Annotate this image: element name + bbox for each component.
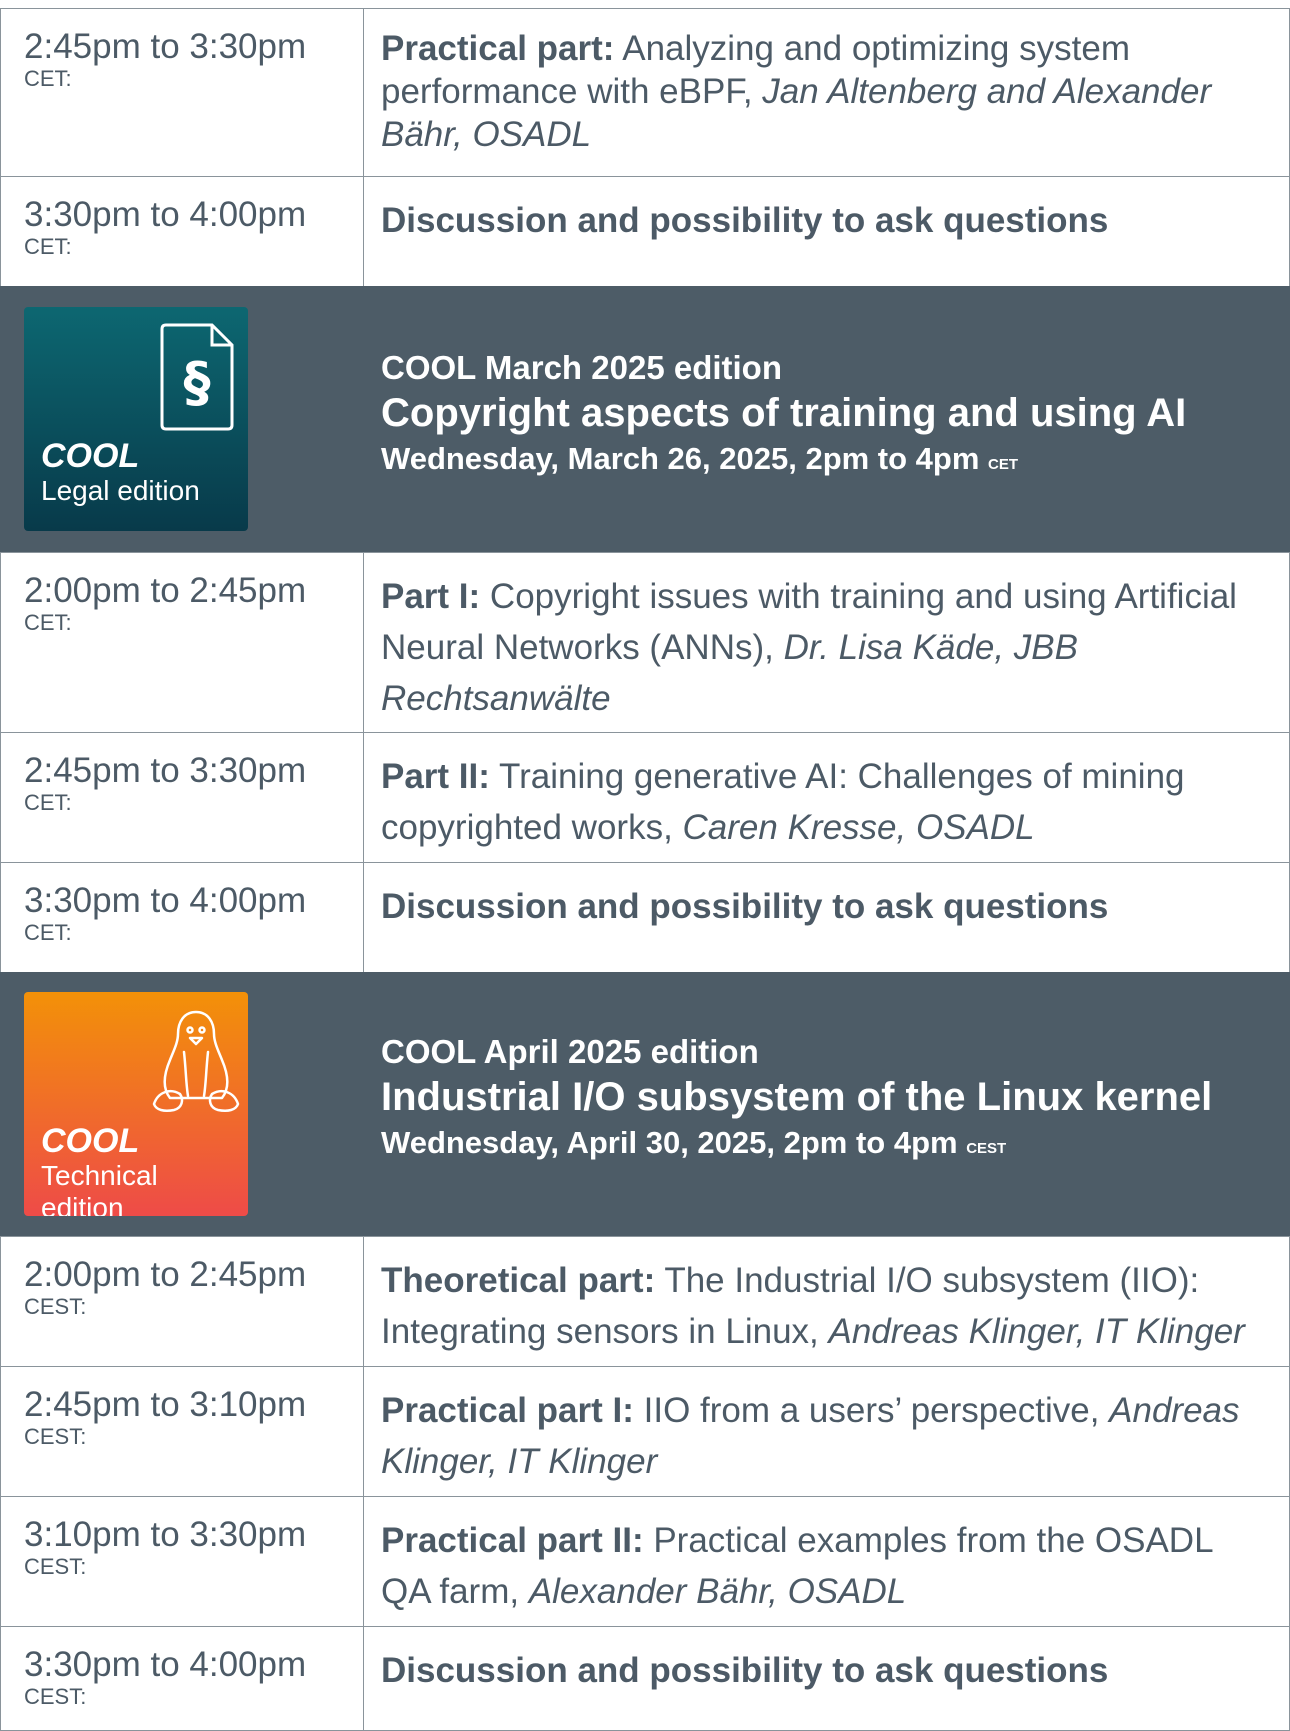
edition-name: COOL March 2025 edition bbox=[381, 349, 782, 386]
edition-header: COOL Technical edition COOL April 2025 e… bbox=[0, 972, 1290, 1236]
session-row: 2:00pm to 2:45pm CET: Part I: Copyright … bbox=[0, 552, 1290, 732]
session-timezone: CET: bbox=[24, 920, 72, 945]
badge-title: COOL bbox=[41, 437, 140, 475]
session-time: 3:10pm to 3:30pm bbox=[24, 1515, 307, 1554]
badge-title: COOL bbox=[41, 1122, 140, 1160]
session-label: Practical part: bbox=[381, 29, 615, 68]
session-row: 2:45pm to 3:10pm CEST: Practical part I:… bbox=[0, 1366, 1290, 1496]
svg-text:§: § bbox=[184, 351, 211, 414]
session-text: IIO from a users’ perspective, bbox=[633, 1391, 1110, 1430]
session-description: Discussion and possibility to ask questi… bbox=[381, 195, 1266, 246]
edition-timezone: CET bbox=[988, 456, 1019, 473]
session-row: 2:00pm to 2:45pm CEST: Theoretical part:… bbox=[0, 1236, 1290, 1366]
badge-subtitle: Technical edition bbox=[41, 1160, 158, 1216]
session-time: 2:45pm to 3:30pm bbox=[24, 27, 307, 66]
session-label: Practical part I: bbox=[381, 1391, 634, 1430]
edition-timezone: CEST bbox=[966, 1140, 1007, 1157]
session-speaker: Caren Kresse, OSADL bbox=[682, 808, 1035, 847]
session-timezone: CET: bbox=[24, 66, 72, 91]
session-timezone: CET: bbox=[24, 234, 72, 259]
session-label: Practical part II: bbox=[381, 1521, 644, 1560]
legal-edition-badge: § COOL Legal edition bbox=[24, 307, 248, 531]
session-time: 2:00pm to 2:45pm bbox=[24, 1255, 307, 1294]
edition-date: Wednesday, March 26, 2025, 2pm to 4pm CE… bbox=[381, 440, 1018, 484]
session-timezone: CET: bbox=[24, 610, 72, 635]
session-description: Theoretical part: The Industrial I/O sub… bbox=[381, 1255, 1266, 1357]
session-label: Discussion and possibility to ask questi… bbox=[381, 1651, 1109, 1690]
session-timezone: CEST: bbox=[24, 1424, 87, 1449]
session-description: Discussion and possibility to ask questi… bbox=[381, 881, 1266, 932]
session-time: 3:30pm to 4:00pm bbox=[24, 881, 307, 920]
session-time: 2:45pm to 3:30pm bbox=[24, 751, 307, 790]
session-description: Practical part I: IIO from a users’ pers… bbox=[381, 1385, 1266, 1487]
edition-title: Copyright aspects of training and using … bbox=[381, 391, 1187, 435]
session-row: 2:45pm to 3:30pm CET: Practical part: An… bbox=[0, 8, 1290, 176]
session-description: Practical part II: Practical examples fr… bbox=[381, 1515, 1266, 1617]
session-row: 3:10pm to 3:30pm CEST: Practical part II… bbox=[0, 1496, 1290, 1626]
session-row: 3:30pm to 4:00pm CEST: Discussion and po… bbox=[0, 1626, 1290, 1731]
edition-date-text: Wednesday, March 26, 2025, 2pm to 4pm bbox=[381, 441, 980, 476]
session-time: 2:45pm to 3:10pm bbox=[24, 1385, 307, 1424]
session-speaker: Andreas Klinger, IT Klinger bbox=[828, 1312, 1245, 1351]
edition-header: § COOL Legal edition COOL March 2025 edi… bbox=[0, 286, 1290, 552]
penguin-icon bbox=[152, 1010, 240, 1112]
session-speaker: Alexander Bähr, OSADL bbox=[528, 1572, 907, 1611]
session-label: Discussion and possibility to ask questi… bbox=[381, 201, 1109, 240]
session-timezone: CEST: bbox=[24, 1684, 87, 1709]
session-row: 3:30pm to 4:00pm CET: Discussion and pos… bbox=[0, 862, 1290, 972]
session-timezone: CET: bbox=[24, 790, 72, 815]
session-label: Discussion and possibility to ask questi… bbox=[381, 887, 1109, 926]
session-time: 3:30pm to 4:00pm bbox=[24, 195, 307, 234]
schedule-table: 2:45pm to 3:30pm CET: Practical part: An… bbox=[0, 0, 1290, 1731]
session-timezone: CEST: bbox=[24, 1294, 87, 1319]
edition-title: Industrial I/O subsystem of the Linux ke… bbox=[381, 1075, 1213, 1119]
session-time: 3:30pm to 4:00pm bbox=[24, 1645, 307, 1684]
session-label: Part I: bbox=[381, 577, 481, 616]
edition-date: Wednesday, April 30, 2025, 2pm to 4pm CE… bbox=[381, 1124, 1006, 1168]
badge-subtitle: Legal edition bbox=[41, 475, 200, 506]
session-description: Part I: Copyright issues with training a… bbox=[381, 571, 1266, 724]
session-label: Theoretical part: bbox=[381, 1261, 656, 1300]
session-row: 2:45pm to 3:30pm CET: Part II: Training … bbox=[0, 732, 1290, 862]
session-description: Part II: Training generative AI: Challen… bbox=[381, 751, 1266, 853]
session-description: Discussion and possibility to ask questi… bbox=[381, 1645, 1266, 1696]
edition-date-text: Wednesday, April 30, 2025, 2pm to 4pm bbox=[381, 1125, 958, 1160]
technical-edition-badge: COOL Technical edition bbox=[24, 992, 248, 1216]
session-description: Practical part: Analyzing and optimizing… bbox=[381, 27, 1266, 156]
session-timezone: CEST: bbox=[24, 1554, 87, 1579]
edition-name: COOL April 2025 edition bbox=[381, 1033, 759, 1070]
paragraph-document-icon: § bbox=[160, 323, 234, 431]
session-time: 2:00pm to 2:45pm bbox=[24, 571, 307, 610]
session-label: Part II: bbox=[381, 757, 490, 796]
session-row: 3:30pm to 4:00pm CET: Discussion and pos… bbox=[0, 176, 1290, 286]
